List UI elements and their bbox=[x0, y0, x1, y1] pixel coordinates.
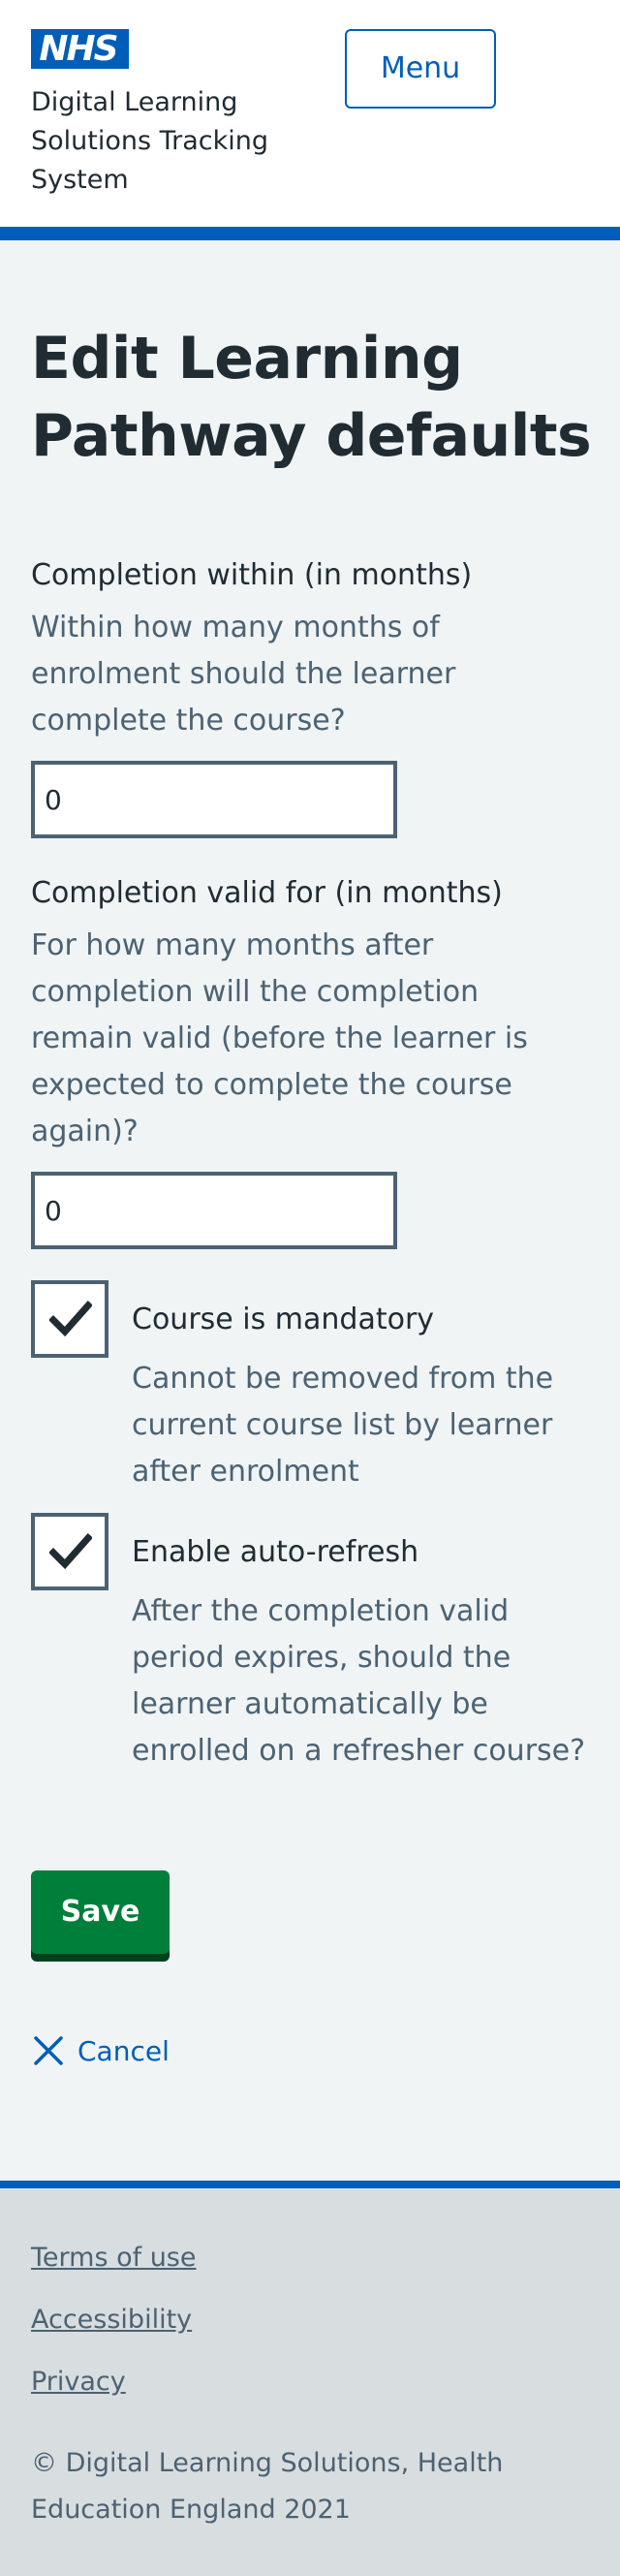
completion-within-input[interactable] bbox=[31, 761, 397, 838]
completion-valid-for-input[interactable] bbox=[31, 1172, 397, 1249]
nhs-logo[interactable]: NHS bbox=[31, 29, 129, 69]
completion-valid-for-label: Completion valid for (in months) bbox=[31, 876, 503, 910]
auto-refresh-checkbox[interactable] bbox=[31, 1513, 108, 1590]
tick-icon bbox=[49, 1533, 92, 1570]
cross-icon bbox=[34, 2036, 63, 2065]
footer-link-terms[interactable]: Terms of use bbox=[31, 2239, 197, 2278]
auto-refresh-label[interactable]: Enable auto-refresh bbox=[132, 1533, 418, 1572]
site-header: NHS Digital Learning Solutions Tracking … bbox=[0, 0, 620, 227]
cancel-link[interactable]: Cancel bbox=[33, 2031, 170, 2070]
tick-icon bbox=[49, 1301, 92, 1337]
completion-valid-for-hint: For how many months after completion wil… bbox=[31, 928, 528, 1148]
menu-button[interactable]: Menu bbox=[345, 29, 496, 109]
footer-link-accessibility[interactable]: Accessibility bbox=[31, 2301, 192, 2340]
mandatory-label[interactable]: Course is mandatory bbox=[132, 1301, 434, 1339]
service-name[interactable]: Digital Learning Solutions Tracking Syst… bbox=[31, 83, 322, 200]
mandatory-hint: Cannot be removed from the current cours… bbox=[132, 1362, 554, 1489]
save-button[interactable]: Save bbox=[31, 1870, 170, 1954]
page-title: Edit Learning Pathway defaults bbox=[31, 325, 592, 470]
footer-copyright: © Digital Learning Solutions, Health Edu… bbox=[31, 2448, 504, 2525]
completion-within-hint: Within how many months of enrolment shou… bbox=[31, 611, 456, 738]
header-divider bbox=[0, 227, 620, 240]
cancel-label: Cancel bbox=[78, 2034, 170, 2067]
mandatory-checkbox[interactable] bbox=[31, 1280, 108, 1358]
footer-divider bbox=[0, 2181, 620, 2188]
auto-refresh-hint: After the completion valid period expire… bbox=[132, 1594, 586, 1768]
footer-link-privacy[interactable]: Privacy bbox=[31, 2363, 126, 2402]
completion-within-label: Completion within (in months) bbox=[31, 558, 473, 592]
